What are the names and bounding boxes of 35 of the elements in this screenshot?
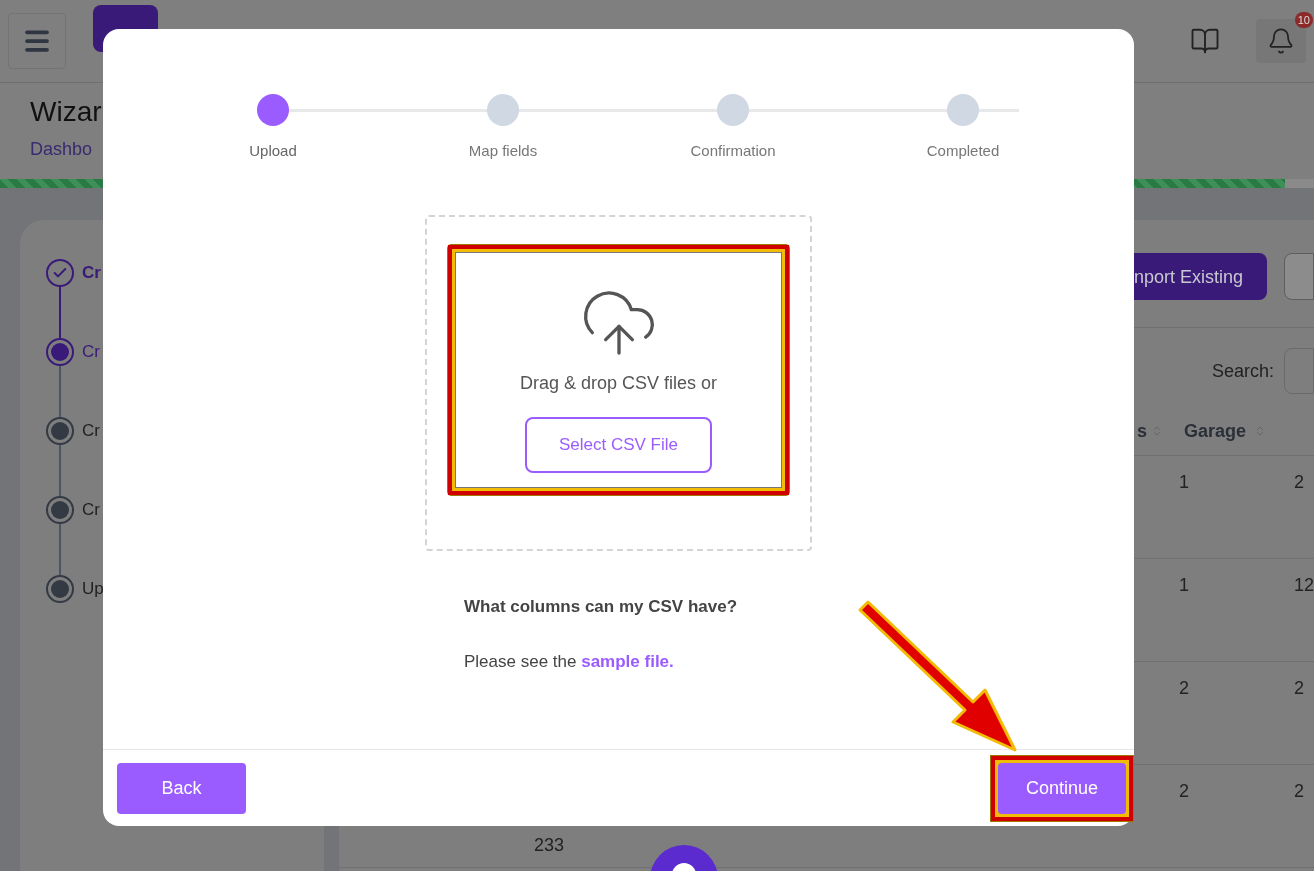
step-label[interactable]: Cr	[82, 496, 100, 524]
notification-badge: 10	[1294, 12, 1313, 28]
table-cell: 2	[1293, 678, 1304, 698]
step-label: Upload	[249, 141, 297, 161]
table-cell: 2	[1178, 781, 1189, 801]
table-cell: 1	[1178, 575, 1189, 595]
dropzone-text: Drag & drop CSV files or	[519, 371, 718, 395]
table-cell: 2	[1178, 678, 1189, 698]
book-icon[interactable]	[1190, 26, 1220, 56]
step-label: Map fields	[468, 141, 538, 161]
help-question: What columns can my CSV have?	[464, 595, 738, 618]
step-label[interactable]: Cr	[82, 259, 101, 287]
step-label[interactable]: Cr	[82, 417, 100, 445]
page-title: Wizar	[30, 95, 103, 129]
table-cell: 2	[1293, 472, 1304, 492]
menu-button[interactable]	[8, 13, 66, 69]
column-header[interactable]: Garage	[1183, 416, 1246, 445]
more-button[interactable]	[1284, 253, 1314, 300]
select-file-button[interactable]: Select CSV File	[525, 416, 712, 473]
step-label: Completed	[926, 141, 1000, 161]
help-text: Please see the sample file.	[464, 651, 675, 673]
sample-file-link[interactable]: sample file.	[581, 652, 674, 671]
step-label[interactable]: Up	[82, 575, 104, 603]
column-header[interactable]: s	[1136, 416, 1147, 445]
step-label[interactable]: Cr	[82, 338, 100, 366]
table-cell: 2	[1293, 781, 1304, 801]
search-label: Search:	[1211, 360, 1274, 383]
dropzone[interactable]: Drag & drop CSV files or Select CSV File	[425, 214, 812, 551]
continue-button[interactable]: Continue	[998, 762, 1126, 814]
back-button[interactable]: Back	[117, 762, 246, 814]
step-label: Confirmation	[690, 141, 776, 161]
bell-icon	[1267, 27, 1295, 55]
table-cell: 1	[1178, 472, 1189, 492]
table-cell: 233	[533, 835, 564, 855]
table-cell: 12	[1293, 575, 1314, 595]
